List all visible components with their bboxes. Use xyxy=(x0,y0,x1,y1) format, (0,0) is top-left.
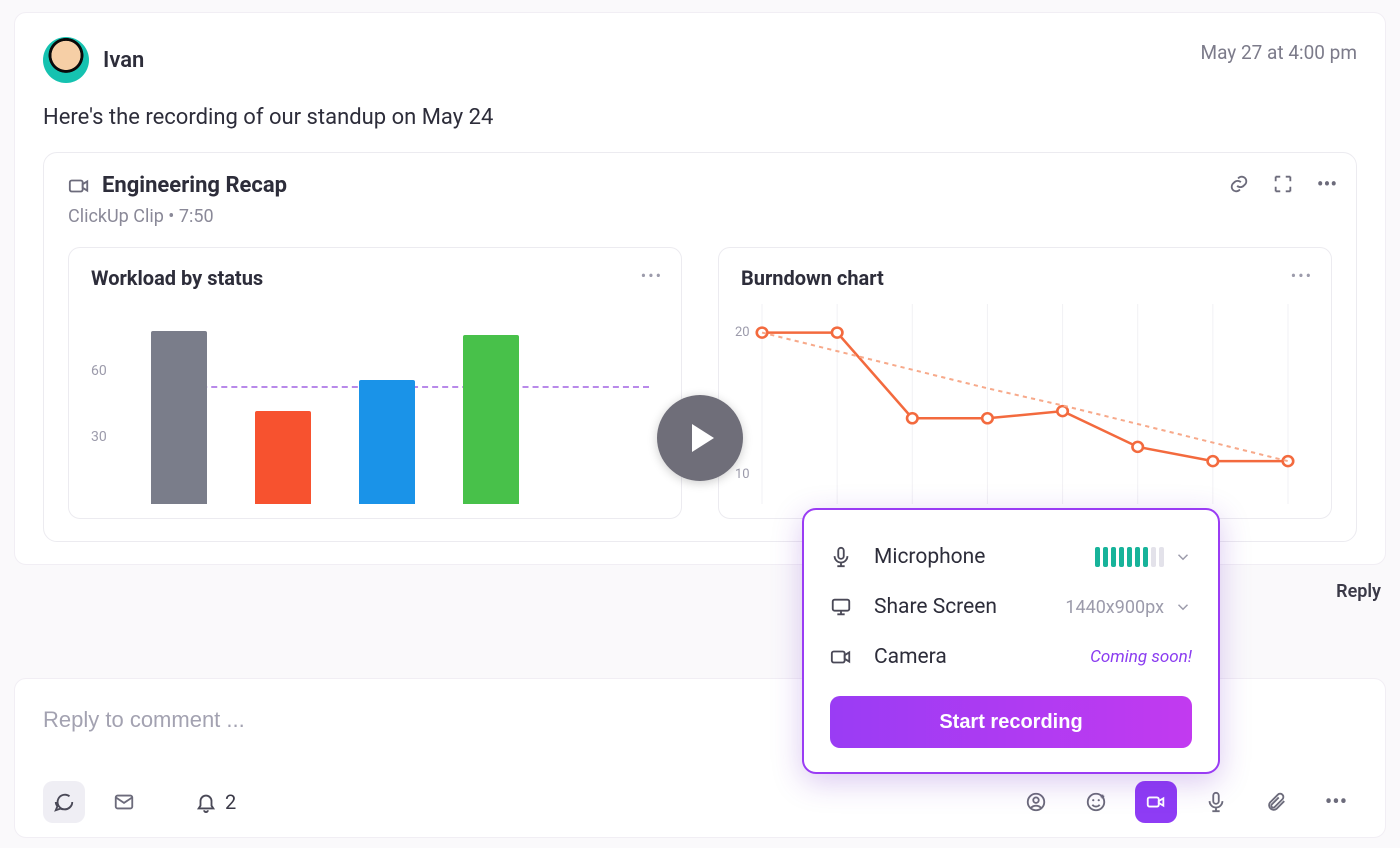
link-icon[interactable] xyxy=(1228,173,1250,195)
clip-actions: ••• xyxy=(1228,173,1338,195)
email-mode-button[interactable] xyxy=(103,781,145,823)
chevron-down-icon[interactable] xyxy=(1174,548,1192,566)
comment-header: Ivan xyxy=(43,37,1357,83)
line-chart: 1020 xyxy=(741,304,1309,504)
expand-icon[interactable] xyxy=(1272,173,1294,195)
notifications-button[interactable] xyxy=(195,781,217,823)
notifications-count: 2 xyxy=(225,790,236,814)
more-icon[interactable]: ••• xyxy=(1316,173,1338,195)
comment-body: Here's the recording of our standup on M… xyxy=(43,105,1357,130)
comment-timestamp: May 27 at 4:00 pm xyxy=(1201,41,1358,64)
clip-title: Engineering Recap xyxy=(102,173,287,198)
microphone-icon xyxy=(830,546,852,568)
avatar[interactable] xyxy=(43,37,89,83)
recorder-popover: Microphone Share Screen 1440x900px Camer… xyxy=(802,508,1220,774)
author-name[interactable]: Ivan xyxy=(103,48,144,73)
panel-workload-more-icon[interactable]: ••• xyxy=(641,266,663,285)
video-icon xyxy=(68,175,90,197)
composer-toolbar: 2 ••• xyxy=(43,781,1357,823)
record-video-button[interactable] xyxy=(1135,781,1177,823)
clip-subtitle: ClickUp Clip • 7:50 xyxy=(68,206,1332,227)
record-audio-button[interactable] xyxy=(1195,781,1237,823)
panel-burndown-more-icon[interactable]: ••• xyxy=(1291,266,1313,285)
monitor-icon xyxy=(830,596,852,618)
recorder-share-value: 1440x900px xyxy=(1065,597,1164,618)
comment-card: Ivan May 27 at 4:00 pm Here's the record… xyxy=(14,12,1386,565)
mention-button[interactable] xyxy=(1015,781,1057,823)
recorder-camera-label: Camera xyxy=(874,645,1068,669)
recorder-camera-row: Camera Coming soon! xyxy=(830,632,1192,682)
charts-row: Workload by status ••• 3060 Burndown cha… xyxy=(68,247,1332,519)
panel-burndown-title: Burndown chart xyxy=(741,266,1309,290)
comment-mode-button[interactable] xyxy=(43,781,85,823)
panel-workload: Workload by status ••• 3060 xyxy=(68,247,682,519)
panel-burndown: Burndown chart ••• 1020 xyxy=(718,247,1332,519)
recorder-share-label: Share Screen xyxy=(874,595,1043,619)
attach-button[interactable] xyxy=(1255,781,1297,823)
chevron-down-icon[interactable] xyxy=(1174,598,1192,616)
play-icon xyxy=(692,424,714,452)
start-recording-button[interactable]: Start recording xyxy=(830,696,1192,748)
clip-card: Engineering Recap ClickUp Clip • 7:50 ••… xyxy=(43,152,1357,542)
panel-workload-title: Workload by status xyxy=(91,266,659,290)
recorder-mic-label: Microphone xyxy=(874,545,1073,569)
bar-chart: 3060 xyxy=(91,304,659,504)
reply-link[interactable]: Reply xyxy=(1336,581,1381,602)
recorder-share-row[interactable]: Share Screen 1440x900px xyxy=(830,582,1192,632)
composer-more-button[interactable]: ••• xyxy=(1315,781,1357,823)
camera-icon xyxy=(830,646,852,668)
mic-level-indicator xyxy=(1095,547,1164,567)
recorder-camera-note: Coming soon! xyxy=(1090,647,1192,667)
play-button[interactable] xyxy=(657,395,743,481)
recorder-mic-row[interactable]: Microphone xyxy=(830,532,1192,582)
emoji-button[interactable] xyxy=(1075,781,1117,823)
